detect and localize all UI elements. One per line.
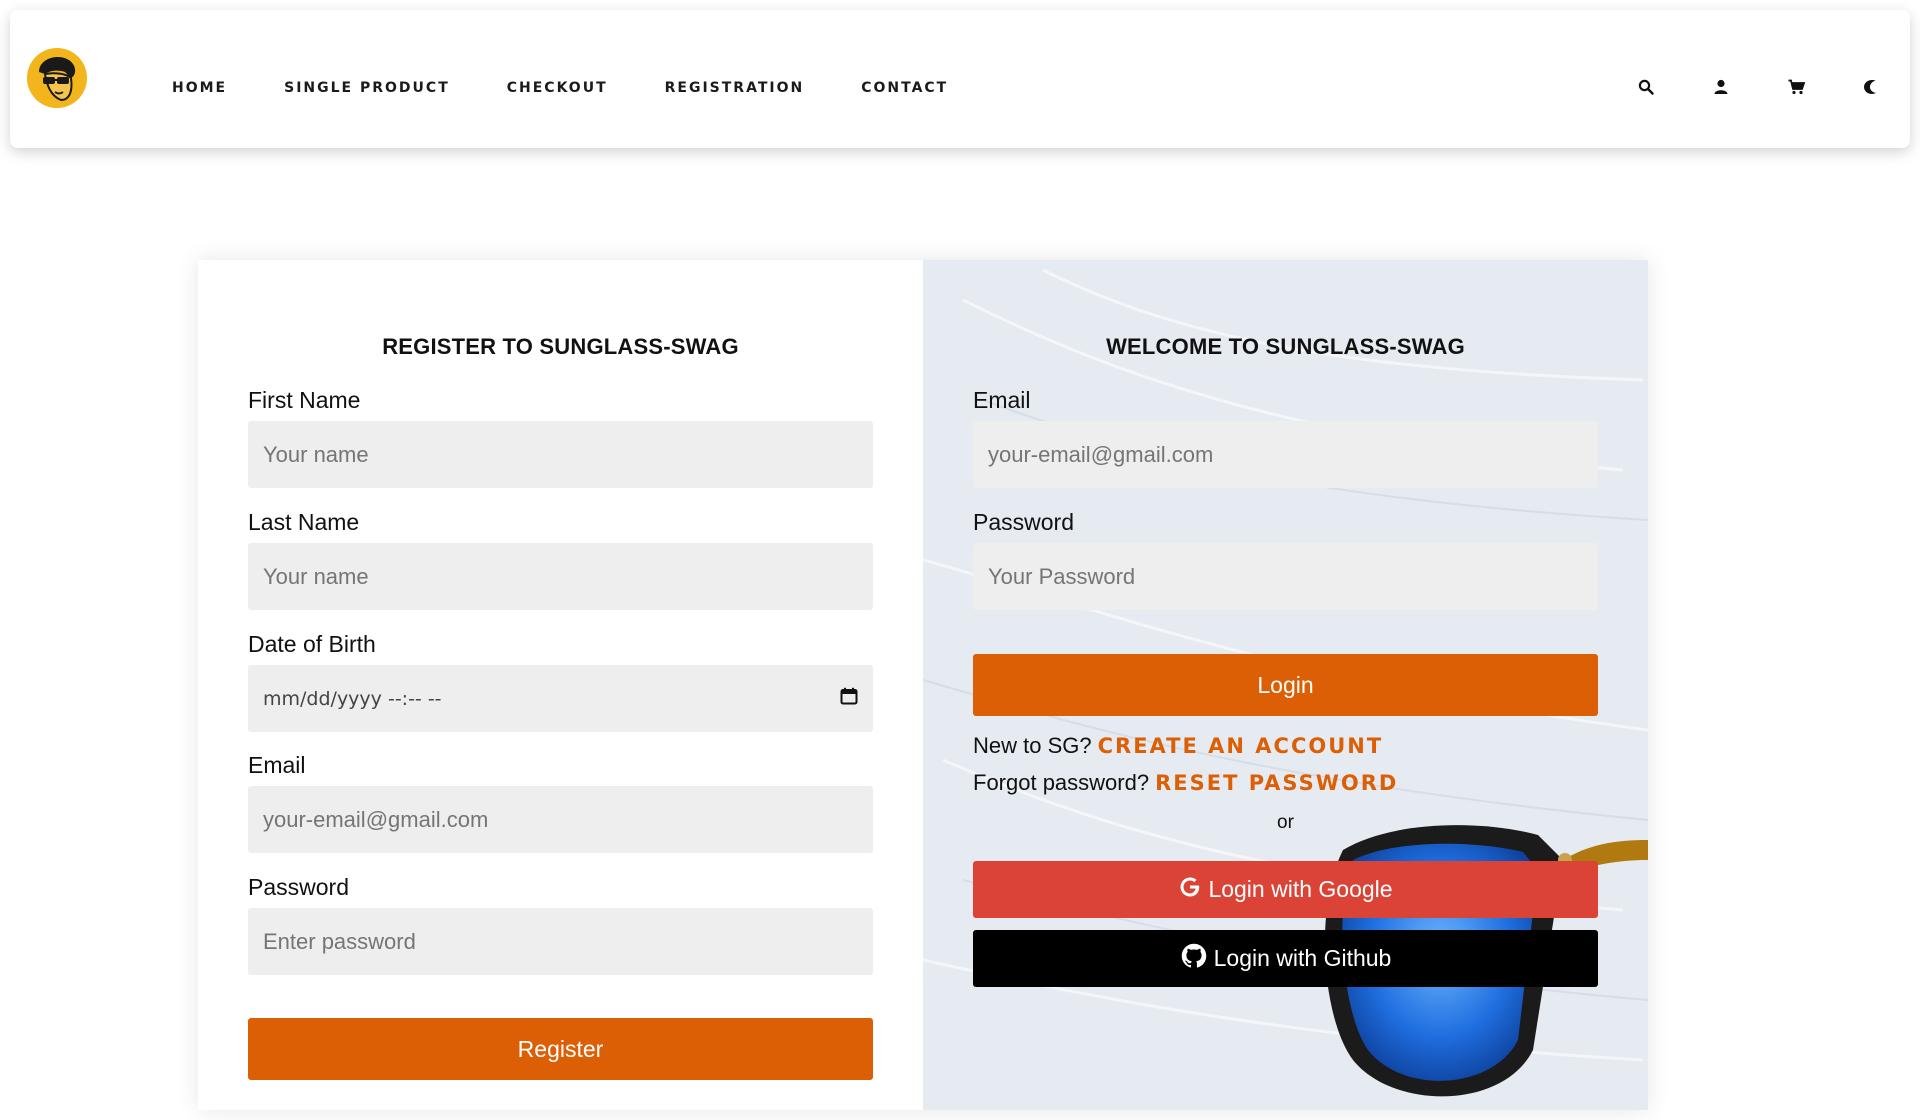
cart-icon[interactable] (1788, 79, 1806, 97)
navbar: HOME SINGLE PRODUCT CHECKOUT REGISTRATIO… (10, 10, 1910, 148)
google-login-button[interactable]: Login with Google (973, 861, 1598, 918)
register-title: REGISTER TO SUNGLASS-SWAG (382, 334, 739, 359)
auth-card: REGISTER TO SUNGLASS-SWAG First Name Las… (198, 260, 1648, 1110)
login-panel: WELCOME TO SUNGLASS-SWAG Email Password … (923, 260, 1648, 1110)
login-button[interactable]: Login (973, 654, 1598, 716)
last-name-input[interactable] (248, 543, 873, 610)
forgot-password-prompt: Forgot password? (973, 770, 1150, 795)
nav-single-product[interactable]: SINGLE PRODUCT (284, 80, 450, 96)
search-icon[interactable] (1638, 79, 1656, 97)
first-name-label: First Name (248, 387, 361, 413)
login-email-label: Email (973, 387, 1031, 413)
register-button[interactable]: Register (248, 1018, 873, 1080)
nav-links: HOME SINGLE PRODUCT CHECKOUT REGISTRATIO… (172, 80, 1005, 96)
register-email-label: Email (248, 752, 306, 778)
new-user-prompt: New to SG? (973, 733, 1092, 758)
login-password-label: Password (973, 509, 1074, 535)
or-divider: or (1277, 812, 1294, 833)
nav-home[interactable]: HOME (172, 80, 227, 96)
google-login-label: Login with Google (1208, 876, 1393, 902)
last-name-label: Last Name (248, 509, 360, 535)
logo[interactable] (25, 46, 89, 110)
first-name-input[interactable] (248, 421, 873, 488)
dob-placeholder: mm/dd/yyyy --:-- -- (263, 687, 442, 710)
nav-registration[interactable]: REGISTRATION (665, 80, 805, 96)
github-login-label: Login with Github (1213, 945, 1392, 971)
login-email-input[interactable] (973, 421, 1598, 488)
create-account-row: New to SG? CREATE AN ACCOUNT (973, 733, 1383, 759)
reset-password-row: Forgot password? RESET PASSWORD (973, 770, 1398, 796)
calendar-icon[interactable] (840, 687, 858, 710)
login-password-input[interactable] (973, 543, 1598, 610)
user-icon[interactable] (1713, 79, 1731, 97)
register-password-input[interactable] (248, 908, 873, 975)
github-login-button[interactable]: Login with Github (973, 930, 1598, 987)
dob-input[interactable]: mm/dd/yyyy --:-- -- (248, 665, 873, 732)
nav-contact[interactable]: CONTACT (861, 80, 948, 96)
register-email-input[interactable] (248, 786, 873, 853)
moon-icon[interactable] (1863, 79, 1881, 97)
login-title: WELCOME TO SUNGLASS-SWAG (1106, 334, 1465, 359)
dob-label: Date of Birth (248, 631, 376, 657)
google-icon (1178, 875, 1208, 905)
register-password-label: Password (248, 874, 349, 900)
register-panel: REGISTER TO SUNGLASS-SWAG First Name Las… (198, 260, 923, 1110)
reset-password-link[interactable]: RESET PASSWORD (1155, 771, 1398, 795)
github-icon (1180, 942, 1214, 976)
create-account-link[interactable]: CREATE AN ACCOUNT (1098, 734, 1384, 758)
nav-checkout[interactable]: CHECKOUT (507, 80, 608, 96)
